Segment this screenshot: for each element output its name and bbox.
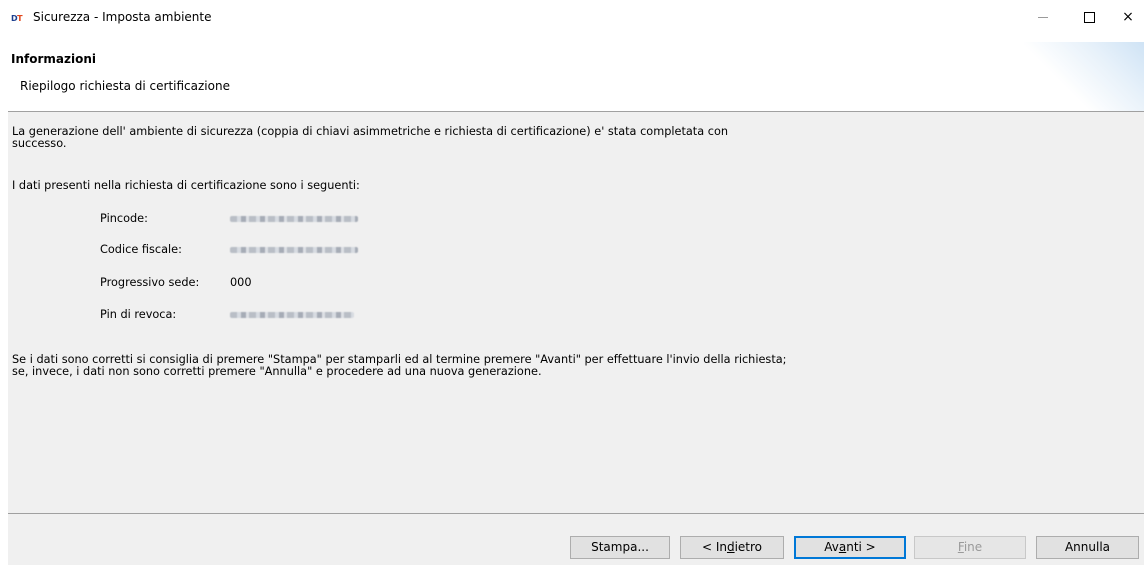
annulla-button[interactable]: Annulla [1036, 536, 1139, 559]
progressivo-sede-label: Progressivo sede: [100, 276, 200, 289]
note-text-line2: se, invece, i dati non sono corretti pre… [12, 365, 542, 378]
header-subtitle: Riepilogo richiesta di certificazione [20, 79, 230, 93]
codice-fiscale-label: Codice fiscale: [100, 243, 182, 256]
header-title: Informazioni [11, 52, 96, 66]
data-intro-text: I dati presenti nella richiesta di certi… [12, 179, 360, 192]
codice-fiscale-value-redacted [230, 247, 358, 253]
minimize-button[interactable] [1020, 0, 1066, 34]
indietro-button[interactable]: < Indietro [680, 536, 784, 559]
wizard-header: Informazioni Riepilogo richiesta di cert… [0, 42, 1144, 112]
intro-text-line2: successo. [12, 137, 67, 150]
indietro-mnemonic: d [726, 540, 735, 554]
pin-revoca-label: Pin di revoca: [100, 308, 177, 321]
app-logo-icon: DT [11, 14, 23, 23]
content-panel: La generazione dell' ambiente di sicurez… [8, 112, 1144, 513]
header-decoration [1024, 42, 1144, 112]
progressivo-sede-value: 000 [230, 276, 252, 289]
maximize-icon [1083, 11, 1095, 23]
close-button[interactable]: × [1112, 0, 1144, 34]
avanti-label-post: nti > [846, 540, 876, 554]
fine-label-post: ine [963, 540, 983, 554]
intro-text-line1: La generazione dell' ambiente di sicurez… [12, 125, 729, 138]
button-bar: Stampa... < Indietro Avanti > Fine Annul… [8, 514, 1144, 565]
pincode-label: Pincode: [100, 212, 148, 225]
minimize-icon [1038, 16, 1048, 18]
title-bar[interactable]: DT Sicurezza - Imposta ambiente × [0, 0, 1144, 42]
pincode-value-redacted [230, 216, 358, 222]
fine-button[interactable]: Fine [914, 536, 1026, 559]
pin-revoca-value-redacted [230, 312, 354, 318]
close-icon: × [1122, 9, 1134, 25]
stampa-button[interactable]: Stampa... [570, 536, 670, 559]
avanti-label-pre: Av [824, 540, 839, 554]
maximize-button[interactable] [1066, 0, 1112, 34]
window-title: Sicurezza - Imposta ambiente [33, 10, 212, 24]
avanti-button[interactable]: Avanti > [794, 536, 906, 559]
indietro-label-pre: < In [701, 540, 727, 554]
indietro-label-post: ietro [734, 540, 763, 554]
